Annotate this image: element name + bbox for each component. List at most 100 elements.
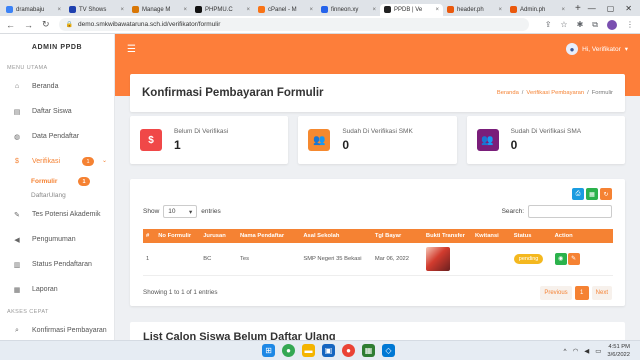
new-tab-icon[interactable]: +: [575, 3, 581, 14]
stat-card: $ Belum Di Verifikasi 1: [130, 116, 289, 164]
star-icon[interactable]: ☆: [560, 20, 567, 29]
entries-label: entries: [201, 208, 221, 215]
sidebar-item[interactable]: ◍ Data Pendaftar: [0, 124, 114, 149]
breadcrumb-verifikasi[interactable]: Verifikasi Pembayaran: [526, 90, 584, 96]
browser-tab[interactable]: dramabaju ×: [2, 4, 65, 16]
tab-close-icon[interactable]: ×: [561, 7, 565, 13]
wifi-icon[interactable]: ◠: [573, 347, 579, 355]
edit-icon[interactable]: ✎: [567, 252, 580, 265]
view-icon[interactable]: ◉: [554, 252, 567, 265]
browser-tab[interactable]: TV Shows ×: [65, 4, 128, 16]
vscode-icon[interactable]: ◇: [382, 344, 395, 357]
file-explorer-icon[interactable]: ▬: [302, 344, 315, 357]
column-header: Nama Pendaftar: [239, 233, 285, 239]
chart-icon: ▥: [13, 261, 21, 269]
sidebar-item[interactable]: ◀ Pengumuman: [0, 227, 114, 252]
tab-close-icon[interactable]: ×: [183, 7, 187, 13]
chrome-profile-icon[interactable]: ●: [342, 344, 355, 357]
sidebar-item-label: Daftar Siswa: [32, 108, 72, 115]
stat-card-body: Belum Di Verifikasi 1: [174, 128, 228, 152]
sidebar-subitem[interactable]: Formulir 1: [0, 174, 114, 188]
browser-actions: ⇪ ☆ ✱ ⧉ ⋮: [545, 19, 634, 30]
tab-favicon-icon: [69, 6, 76, 13]
browser-tab[interactable]: finneon.xy ×: [317, 4, 380, 16]
url-field[interactable]: 🔒 demo.smkwibawataruna.sch.id/verifikato…: [58, 18, 529, 31]
page-1-button[interactable]: 1: [574, 286, 589, 300]
tab-close-icon[interactable]: ×: [57, 7, 61, 13]
browser-tab[interactable]: PHPMU.C ×: [191, 4, 254, 16]
print-icon[interactable]: ⎙: [572, 188, 584, 200]
battery-icon[interactable]: ▭: [595, 347, 601, 355]
sidebar-item[interactable]: ▤ Daftar Siswa: [0, 99, 114, 124]
column-header: #: [146, 233, 150, 239]
export-buttons: ⎙ ▦ ↻: [572, 188, 612, 200]
tab-close-icon[interactable]: ×: [309, 7, 313, 13]
lock-icon: 🔒: [65, 22, 74, 28]
tab-close-icon[interactable]: ×: [120, 7, 124, 13]
pagination: Previous 1 Next: [540, 286, 612, 300]
maximize-icon[interactable]: ▢: [607, 4, 615, 13]
tray-caret-icon[interactable]: ^: [564, 348, 567, 355]
user-menu[interactable]: ● Hi, Verifikator ▾: [566, 43, 628, 55]
tab-favicon-icon: [447, 6, 454, 13]
refresh-icon[interactable]: ↻: [600, 188, 612, 200]
stat-card-label: Belum Di Verifikasi: [174, 128, 229, 135]
main-content: ☰ ● Hi, Verifikator ▾ Konfirmasi Pembaya…: [115, 34, 640, 342]
tab-close-icon[interactable]: ×: [246, 7, 250, 13]
clock[interactable]: 4:51 PM 3/6/2022: [607, 343, 630, 359]
user-avatar-icon: ●: [566, 43, 579, 55]
close-window-icon[interactable]: ✕: [625, 4, 632, 13]
browser-tab[interactable]: Admin.ph ×: [506, 4, 569, 16]
sidebar-item[interactable]: ⌂ Beranda: [0, 74, 114, 99]
tab-label: TV Shows: [79, 6, 107, 13]
extension-icon[interactable]: ✱: [577, 20, 584, 29]
cell-tgl: Mar 06, 2022: [371, 243, 423, 276]
column-header: Bukti Transfer: [425, 233, 465, 239]
profile-avatar[interactable]: [607, 19, 617, 30]
hamburger-menu-icon[interactable]: ☰: [127, 44, 136, 55]
sidebar-item[interactable]: $ Verifikasi 1 ⌄: [0, 149, 114, 174]
speaker-icon[interactable]: ◀: [584, 347, 589, 355]
previous-button[interactable]: Previous: [540, 286, 572, 300]
chrome-icon[interactable]: ●: [282, 344, 295, 357]
breadcrumb-separator: /: [587, 90, 589, 96]
store-icon[interactable]: ▣: [322, 344, 335, 357]
windows-start-icon[interactable]: ⊞: [262, 344, 275, 357]
sidebar-item[interactable]: ✎ Tes Potensi Akademik: [0, 202, 114, 227]
back-icon[interactable]: ←: [6, 20, 15, 30]
sidebar-item[interactable]: ▦ Laporan: [0, 277, 114, 302]
forward-icon[interactable]: →: [24, 20, 33, 30]
browser-tab[interactable]: header.ph ×: [443, 4, 506, 16]
minimize-icon[interactable]: —: [588, 4, 596, 13]
tab-favicon-icon: [6, 6, 13, 13]
sidebar-item[interactable]: ▥ Status Pendaftaran: [0, 252, 114, 277]
sidebar-item-label: Pengumuman: [32, 236, 76, 243]
browser-tab[interactable]: cPanel - M ×: [254, 4, 317, 16]
browser-tab[interactable]: Manage M ×: [128, 4, 191, 16]
tab-close-icon[interactable]: ×: [372, 7, 376, 13]
transfer-proof-image[interactable]: [425, 246, 450, 271]
next-button[interactable]: Next: [591, 286, 612, 300]
cell-bukti-transfer: [422, 243, 472, 276]
section-label-quick: AKSES CEPAT: [7, 309, 49, 315]
sidebar-subitem-label: DaftarUlang: [31, 191, 66, 199]
tab-close-icon[interactable]: ×: [498, 7, 502, 13]
brand-title: ADMIN PPDB: [31, 43, 83, 51]
entries-select[interactable]: 10 ▾: [163, 205, 198, 218]
count-badge: 1: [82, 157, 94, 166]
menu-dots-icon[interactable]: ⋮: [626, 20, 634, 29]
spreadsheet-icon[interactable]: ▦: [362, 344, 375, 357]
table-info: Showing 1 to 1 of 1 entries: [143, 289, 218, 296]
browser-tab[interactable]: PPDB | Ve ×: [380, 3, 443, 16]
share-icon[interactable]: ⇪: [545, 20, 552, 29]
breadcrumb-home[interactable]: Beranda: [497, 90, 519, 96]
tab-close-icon[interactable]: ×: [435, 7, 439, 13]
stat-cards: $ Belum Di Verifikasi 1 👥 Sudah Di Verifikas…: [130, 116, 625, 164]
excel-icon[interactable]: ▦: [586, 188, 598, 200]
puzzle-icon[interactable]: ⧉: [592, 20, 598, 30]
search-input[interactable]: [528, 205, 612, 218]
reload-icon[interactable]: ↻: [42, 19, 50, 30]
sidebar-subitem[interactable]: DaftarUlang: [0, 188, 114, 202]
stat-card-body: Sudah Di Verifikasi SMA 0: [511, 128, 581, 152]
column-header: Kwitansi: [474, 233, 499, 239]
